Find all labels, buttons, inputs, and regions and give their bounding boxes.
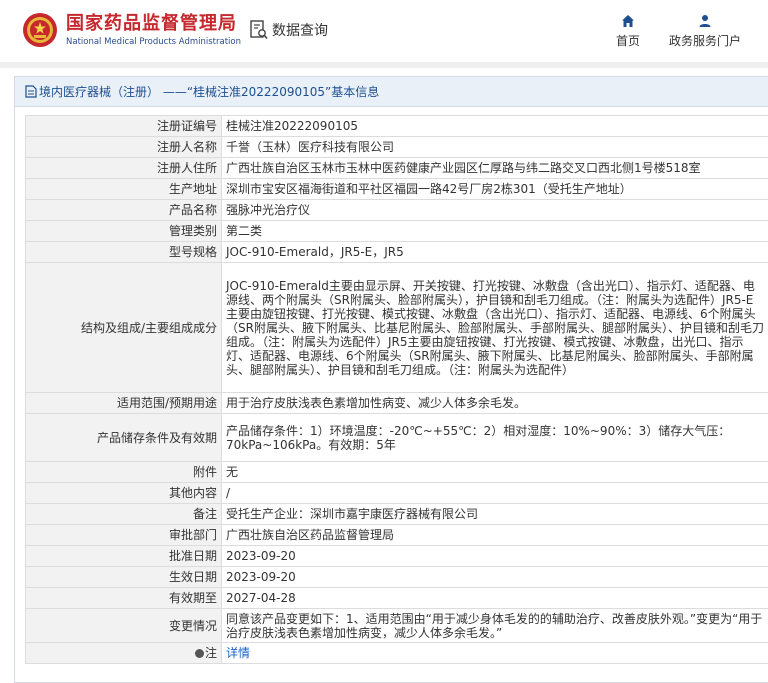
row-label: 注册人名称: [25, 136, 222, 158]
header-divider: [0, 62, 768, 68]
nav-home-label: 首页: [615, 34, 640, 48]
row-label: 审批部门: [25, 524, 222, 546]
row-label: 批准日期: [25, 545, 222, 567]
document-search-icon: [250, 20, 268, 40]
nav-service-portal[interactable]: 政务服务门户: [665, 14, 745, 49]
user-icon: [699, 15, 711, 27]
row-label: 管理类别: [25, 220, 222, 242]
row-label: 有效期至: [25, 587, 222, 609]
table-row: 其他内容 /: [25, 482, 768, 504]
row-value: 深圳市宝安区福海街道和平社区福园一路42号厂房2栋301（受托生产地址）: [221, 178, 768, 200]
row-label: 适用范围/预期用途: [25, 392, 222, 414]
details-link[interactable]: 详情: [226, 646, 250, 660]
table-row: 注 详情: [25, 642, 768, 664]
row-value: 产品储存条件：1）环境温度：-20℃~+55℃：2）相对湿度：10%~90%：3…: [221, 413, 768, 462]
row-value: 2023-09-20: [221, 545, 768, 567]
table-row: 附件 无: [25, 461, 768, 483]
row-value: /: [221, 482, 768, 504]
row-value: 桂械注准20222090105: [221, 115, 768, 137]
row-value: 用于治疗皮肤浅表色素增加性病变、减少人体多余毛发。: [221, 392, 768, 414]
table-row: 产品储存条件及有效期 产品储存条件：1）环境温度：-20℃~+55℃：2）相对湿…: [25, 413, 768, 462]
table-row: 生效日期 2023-09-20: [25, 566, 768, 588]
row-value: 千誉（玉林）医疗科技有限公司: [221, 136, 768, 158]
row-value: 2023-09-20: [221, 566, 768, 588]
row-value-details: 详情: [221, 642, 768, 664]
note-label: 注: [204, 646, 217, 660]
row-label: 生效日期: [25, 566, 222, 588]
table-row: 管理类别 第二类: [25, 220, 768, 242]
table-row: 备注 受托生产企业：深圳市嘉宇康医疗器械有限公司: [25, 503, 768, 525]
table-row: 注册证编号 桂械注准20222090105: [25, 115, 768, 137]
brand-name-cn: 国家药品监督管理局: [66, 13, 237, 34]
row-value: 第二类: [221, 220, 768, 242]
row-label: 其他内容: [25, 482, 222, 504]
brand-name-en: National Medical Products Administration: [66, 37, 241, 47]
row-label: 产品储存条件及有效期: [25, 413, 222, 462]
row-value: JOC-910-Emerald，JR5-E，JR5: [221, 241, 768, 263]
row-value: 广西壮族自治区药品监督管理局: [221, 524, 768, 546]
panel-title: 境内医疗器械（注册） ——“桂械注准20222090105”基本信息: [39, 85, 380, 99]
home-icon: [622, 15, 634, 27]
table-row: 审批部门 广西壮族自治区药品监督管理局: [25, 524, 768, 546]
db-search-label: 数据查询: [272, 23, 328, 39]
table-row: 批准日期 2023-09-20: [25, 545, 768, 567]
row-label: 生产地址: [25, 178, 222, 200]
row-value: 无: [221, 461, 768, 483]
nav-service-label: 政务服务门户: [668, 34, 741, 48]
national-emblem-logo[interactable]: [22, 12, 58, 48]
table-row: 有效期至 2027-04-28: [25, 587, 768, 609]
row-label: 型号规格: [25, 241, 222, 263]
row-label: 结构及组成/主要组成成分: [25, 262, 222, 393]
table-row: 生产地址 深圳市宝安区福海街道和平社区福园一路42号厂房2栋301（受托生产地址…: [25, 178, 768, 200]
row-label: 变更情况: [25, 608, 222, 643]
db-search-link[interactable]: 数据查询: [250, 20, 328, 40]
brand[interactable]: 国家药品监督管理局 National Medical Products Admi…: [66, 13, 241, 48]
table-row: 适用范围/预期用途 用于治疗皮肤浅表色素增加性病变、减少人体多余毛发。: [25, 392, 768, 414]
table-row: 型号规格 JOC-910-Emerald，JR5-E，JR5: [25, 241, 768, 263]
row-label: 备注: [25, 503, 222, 525]
row-label: 注册人住所: [25, 157, 222, 179]
row-label-note: 注: [25, 642, 222, 664]
panel-title-bar: 境内医疗器械（注册） ——“桂械注准20222090105”基本信息: [15, 77, 768, 107]
nav-home[interactable]: 首页: [612, 14, 644, 49]
row-label: 注册证编号: [25, 115, 222, 137]
row-value: 同意该产品变更如下：1、适用范围由“用于减少身体毛发的的辅助治疗、改善皮肤外观。…: [221, 608, 768, 643]
row-value: JOC-910-Emerald主要由显示屏、开关按键、打光按键、冰敷盘（含出光口…: [221, 262, 768, 393]
site-header: 国家药品监督管理局 National Medical Products Admi…: [0, 0, 768, 62]
bullet-icon: [194, 649, 204, 658]
row-label: 产品名称: [25, 199, 222, 221]
row-value: 2027-04-28: [221, 587, 768, 609]
row-value: 广西壮族自治区玉林市玉林中医药健康产业园区仁厚路与纬二路交叉口西北侧1号楼518…: [221, 157, 768, 179]
row-value: 强脉冲光治疗仪: [221, 199, 768, 221]
table-row: 结构及组成/主要组成成分 JOC-910-Emerald主要由显示屏、开关按键、…: [25, 262, 768, 393]
detail-panel: 境内医疗器械（注册） ——“桂械注准20222090105”基本信息 注册证编号…: [14, 76, 768, 683]
row-label: 附件: [25, 461, 222, 483]
detail-table: 注册证编号 桂械注准20222090105 注册人名称 千誉（玉林）医疗科技有限…: [25, 115, 768, 664]
row-value: 受托生产企业：深圳市嘉宇康医疗器械有限公司: [221, 503, 768, 525]
table-row: 变更情况 同意该产品变更如下：1、适用范围由“用于减少身体毛发的的辅助治疗、改善…: [25, 608, 768, 643]
document-icon: [25, 85, 37, 98]
table-row: 注册人住所 广西壮族自治区玉林市玉林中医药健康产业园区仁厚路与纬二路交叉口西北侧…: [25, 157, 768, 179]
table-row: 产品名称 强脉冲光治疗仪: [25, 199, 768, 221]
table-row: 注册人名称 千誉（玉林）医疗科技有限公司: [25, 136, 768, 158]
